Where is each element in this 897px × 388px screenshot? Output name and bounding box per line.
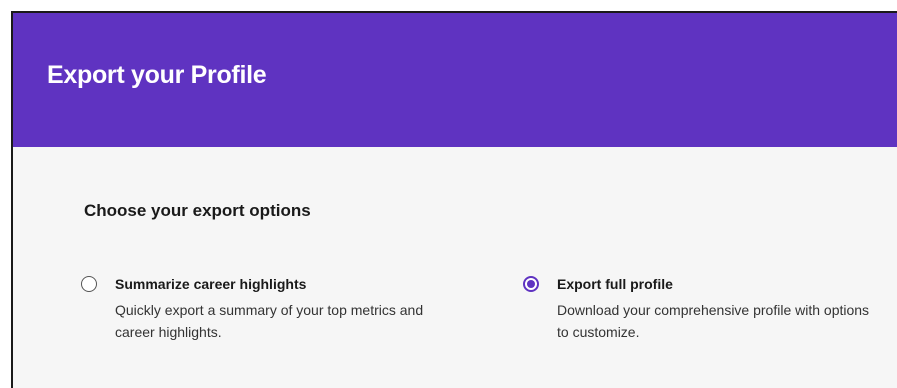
dialog-body: Choose your export options Summarize car…: [13, 147, 897, 388]
option-label: Export full profile: [557, 276, 673, 292]
option-text: Export full profile Download your compre…: [557, 275, 877, 343]
radio-summarize-career-highlights[interactable]: [81, 276, 97, 292]
export-profile-dialog: Export your Profile Choose your export o…: [11, 11, 897, 388]
dialog-header: Export your Profile: [13, 13, 897, 147]
option-export-full-profile[interactable]: Export full profile Download your compre…: [523, 275, 877, 343]
section-title: Choose your export options: [84, 201, 311, 220]
option-summarize-career-highlights[interactable]: Summarize career highlights Quickly expo…: [81, 275, 435, 343]
option-text: Summarize career highlights Quickly expo…: [115, 275, 435, 343]
option-label: Summarize career highlights: [115, 276, 307, 292]
radio-export-full-profile[interactable]: [523, 276, 539, 292]
option-description: Download your comprehensive profile with…: [557, 302, 870, 340]
option-description: Quickly export a summary of your top met…: [115, 302, 424, 340]
dialog-title: Export your Profile: [47, 60, 267, 89]
